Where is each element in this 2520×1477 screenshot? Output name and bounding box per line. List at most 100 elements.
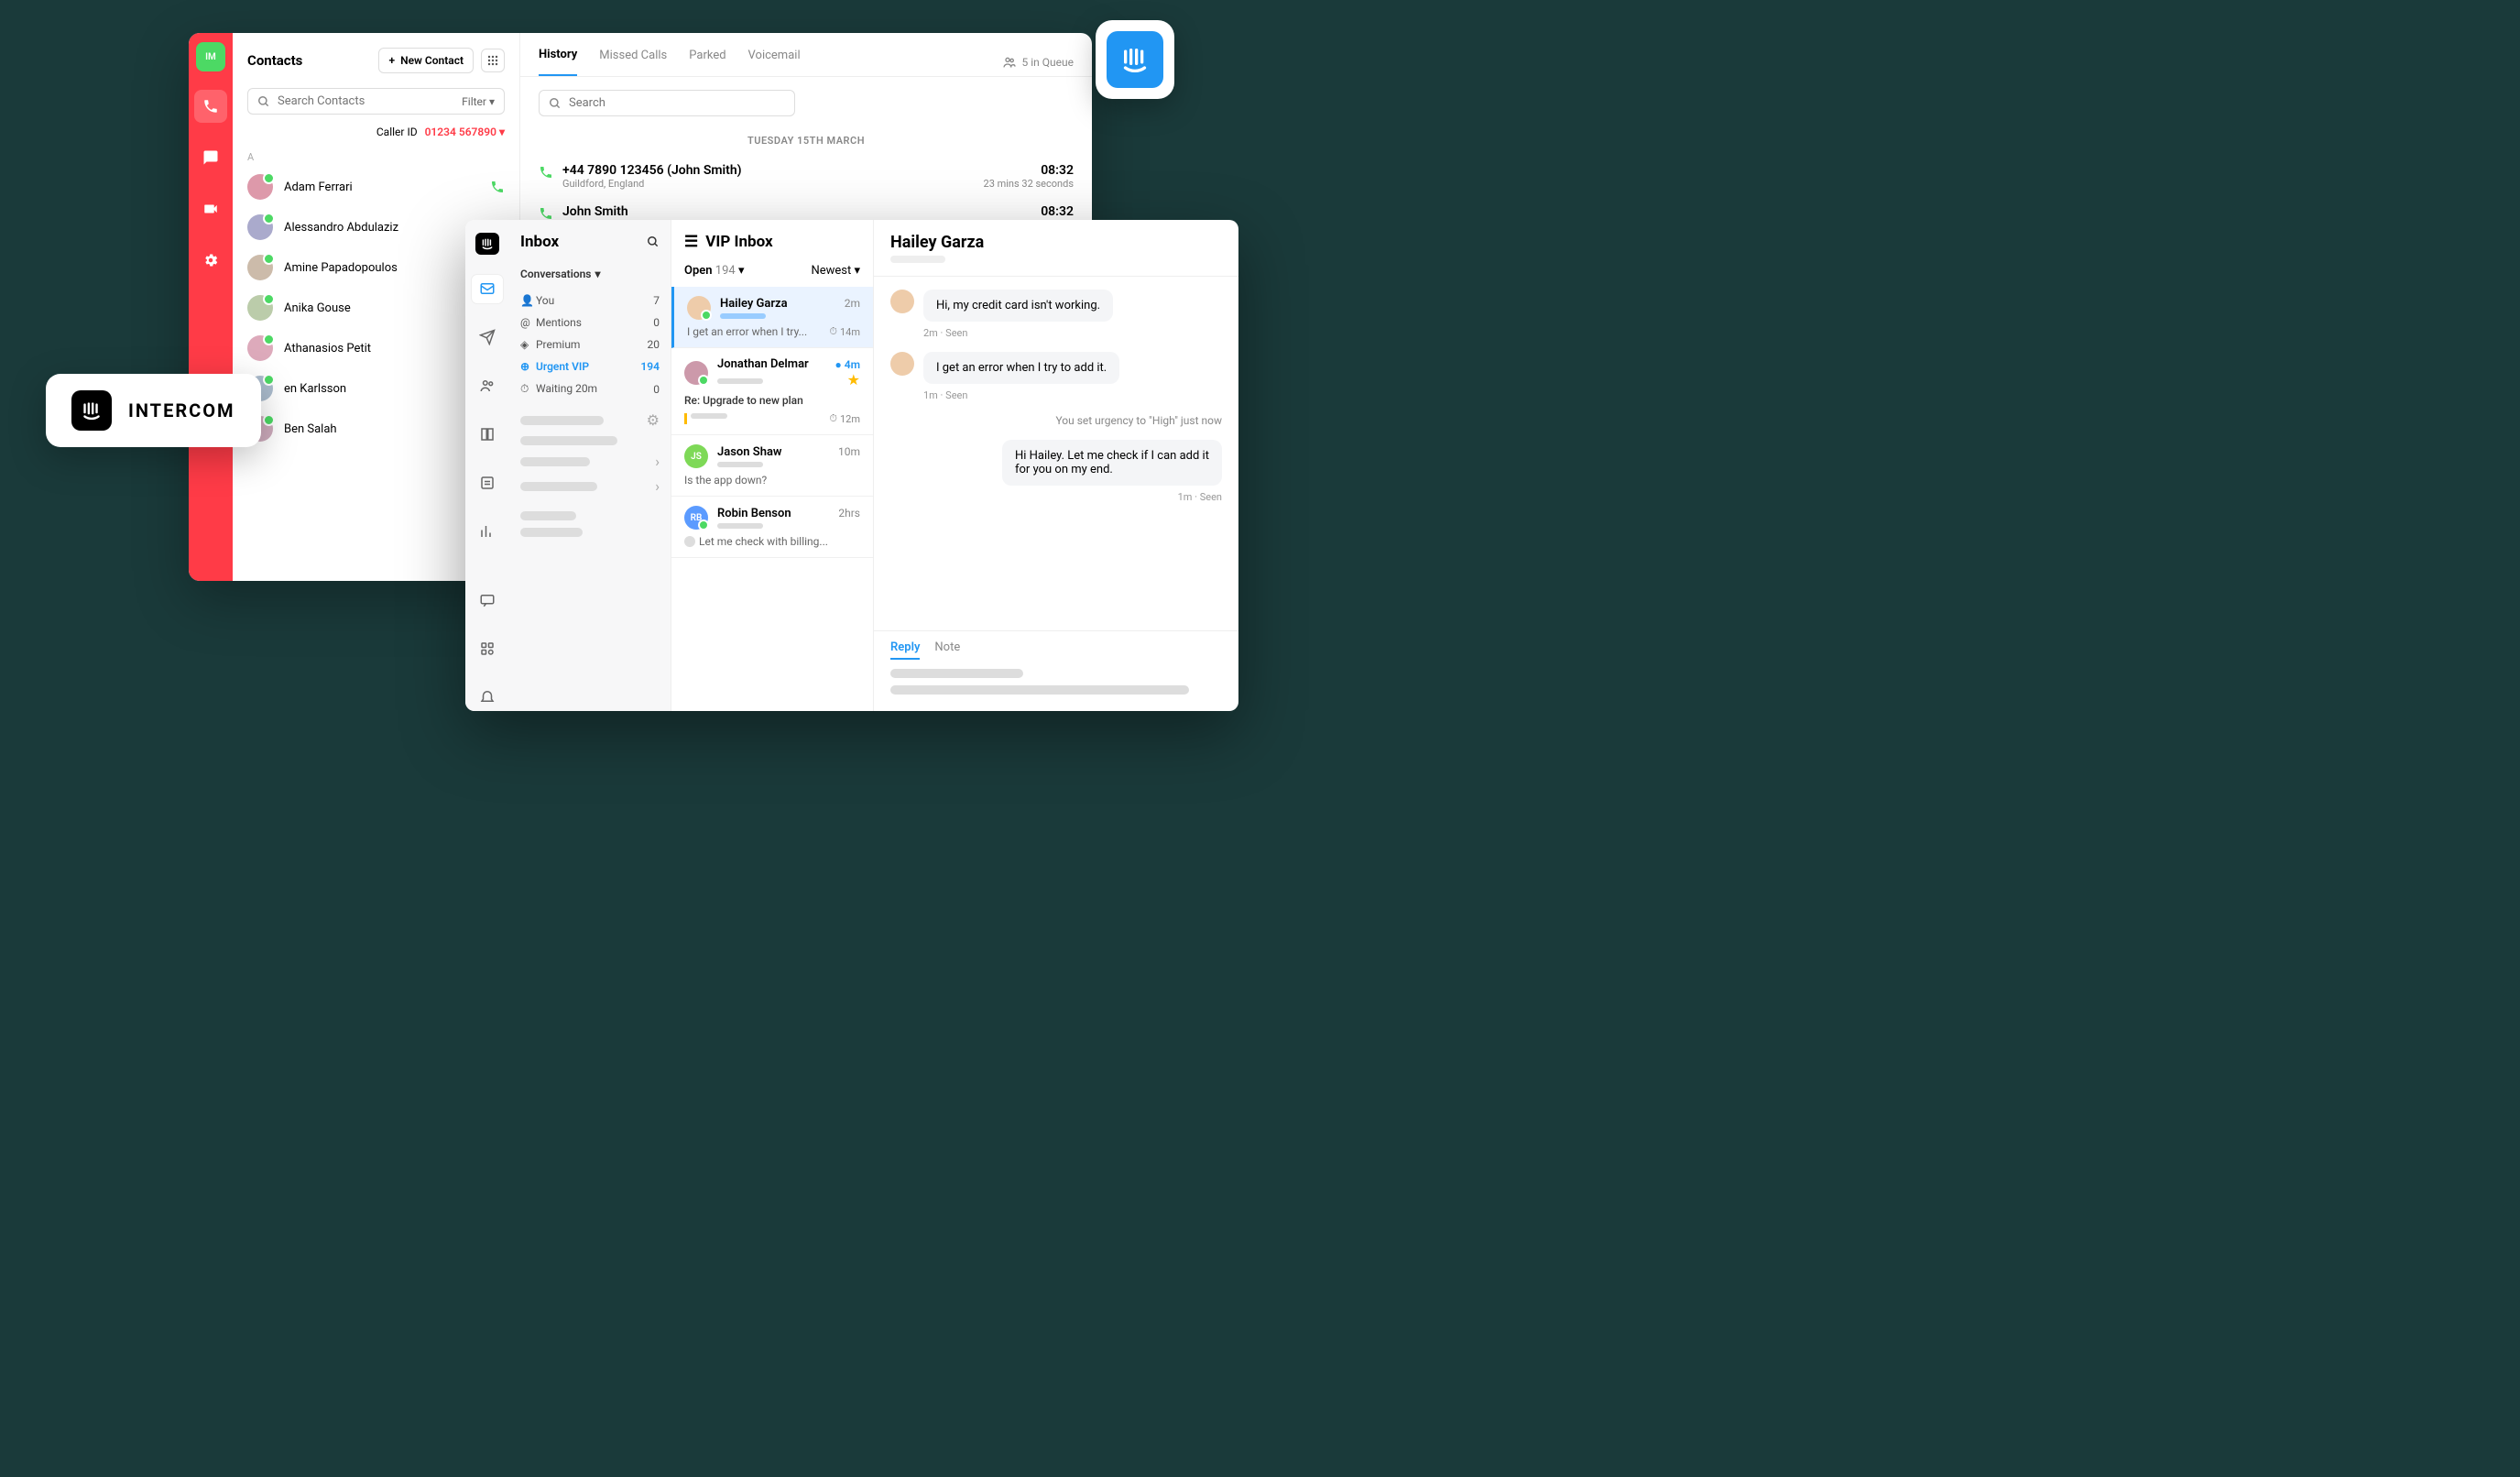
tab-missed[interactable]: Missed Calls (599, 49, 667, 75)
avatar (687, 296, 711, 320)
message-icon[interactable] (472, 585, 503, 614)
clock-icon: ⏱ (520, 382, 533, 396)
message-meta: 1m · Seen (890, 491, 1222, 503)
inbox-rail (465, 220, 509, 711)
article-icon[interactable] (472, 468, 503, 497)
filter-dropdown[interactable]: Filter ▾ (462, 95, 495, 108)
thread-panel: Hailey Garza Hi, my credit card isn't wo… (874, 220, 1238, 711)
intercom-inbox-window: Inbox Conversations ▾ 👤 You7 @ Mentions0… (465, 220, 1238, 711)
inbox-title: Inbox (520, 233, 660, 251)
message-row: Hi Hailey. Let me check if I can add it … (890, 440, 1222, 486)
phone-icon[interactable] (194, 90, 227, 123)
avatar: JS (684, 444, 708, 468)
chat-icon[interactable] (194, 141, 227, 174)
reply-composer[interactable]: Reply Note (874, 630, 1238, 711)
message-bubble: Hi Hailey. Let me check if I can add it … (1002, 440, 1222, 486)
chevron-down-icon: ▾ (499, 126, 505, 138)
tab-parked[interactable]: Parked (689, 49, 725, 75)
conversation-card[interactable]: RB Robin Benson2hrs Let me check with bi… (671, 497, 873, 558)
video-icon[interactable] (194, 192, 227, 225)
caller-id-row[interactable]: Caller ID 01234 567890 ▾ (233, 122, 519, 148)
app-sidebar: IM (189, 33, 233, 581)
conversations-dropdown[interactable]: Conversations ▾ (520, 268, 660, 280)
call-icon[interactable] (490, 180, 505, 194)
conversation-card[interactable]: Jonathan Delmar● 4m ★ Re: Upgrade to new… (671, 348, 873, 435)
open-status-dropdown[interactable]: Open 194 ▾ (684, 264, 744, 278)
gear-icon[interactable] (194, 244, 227, 277)
call-row[interactable]: +44 7890 123456 (John Smith)Guildford, E… (520, 156, 1092, 197)
apps-icon[interactable] (472, 634, 503, 662)
book-icon[interactable] (472, 420, 503, 448)
chevron-down-icon: ▾ (854, 264, 860, 278)
conversation-card[interactable]: JS Jason Shaw10m Is the app down? (671, 435, 873, 497)
gear-icon[interactable]: ⚙ (647, 411, 660, 429)
menu-icon[interactable]: ☰ (684, 233, 698, 251)
conversation-card[interactable]: Hailey Garza2m I get an error when I try… (671, 287, 873, 348)
chevron-down-icon: ▾ (489, 95, 495, 108)
inbox-icon[interactable] (472, 275, 503, 303)
avatar-icon (684, 536, 695, 547)
avatar (684, 361, 708, 385)
search-icon (257, 95, 270, 108)
tab-voicemail[interactable]: Voicemail (748, 49, 801, 75)
message-bubble: Hi, my credit card isn't working. (923, 290, 1113, 322)
sort-dropdown[interactable]: Newest ▾ (811, 264, 860, 278)
search-input[interactable] (278, 94, 454, 108)
intercom-logo-icon (71, 390, 112, 431)
avatar (890, 352, 914, 376)
history-search[interactable] (539, 90, 795, 116)
conv-filter-premium[interactable]: ◈ Premium20 (520, 334, 660, 356)
system-message: You set urgency to "High" just now (890, 414, 1222, 427)
contacts-header: Contacts + New Contact (233, 33, 519, 88)
avatar (247, 214, 273, 240)
intercom-app-badge (1096, 20, 1174, 99)
incoming-call-icon (539, 165, 553, 180)
avatar (247, 335, 273, 361)
timer-icon: ⏱ 12m (829, 412, 860, 425)
note-tab[interactable]: Note (934, 640, 960, 660)
new-contact-button[interactable]: + New Contact (378, 48, 474, 73)
send-icon[interactable] (472, 323, 503, 352)
conv-filter-mentions[interactable]: @ Mentions0 (520, 312, 660, 334)
tab-history[interactable]: History (539, 48, 577, 76)
avatar (247, 174, 273, 200)
plus-icon: + (388, 54, 395, 67)
chart-icon[interactable] (472, 517, 503, 545)
date-header: TUESDAY 15TH MARCH (520, 135, 1092, 147)
message-meta: 2m · Seen (923, 327, 1222, 339)
conv-filter-you[interactable]: 👤 You7 (520, 290, 660, 312)
history-search-input[interactable] (569, 96, 785, 110)
people-icon[interactable] (472, 372, 503, 400)
chevron-right-icon: › (655, 477, 660, 495)
intercom-label: INTERCOM (128, 399, 235, 421)
chevron-down-icon: ▾ (738, 264, 745, 278)
intercom-logo-icon[interactable] (475, 233, 499, 255)
timer-icon: ⏱ 14m (829, 325, 860, 338)
bell-icon[interactable] (472, 683, 503, 711)
chevron-right-icon: › (655, 453, 660, 470)
contacts-search[interactable]: Filter ▾ (247, 88, 505, 115)
conv-filter-urgent[interactable]: ⊕ Urgent VIP194 (520, 356, 660, 377)
conv-filter-bar: Open 194 ▾ Newest ▾ (671, 264, 873, 287)
avatar (890, 290, 914, 313)
avatar: RB (684, 506, 708, 530)
vip-inbox-header: ☰ VIP Inbox (671, 220, 873, 264)
search-icon[interactable] (647, 235, 660, 248)
queue-indicator[interactable]: 5 in Queue (1002, 55, 1074, 70)
message-row: Hi, my credit card isn't working. (890, 290, 1222, 322)
avatar (247, 295, 273, 321)
gem-icon: ◈ (520, 338, 533, 351)
section-letter: A (233, 148, 519, 167)
thread-body: Hi, my credit card isn't working. 2m · S… (874, 277, 1238, 630)
reply-tab[interactable]: Reply (890, 640, 920, 660)
contact-row[interactable]: Adam Ferrari (233, 167, 519, 207)
conversation-list: ☰ VIP Inbox Open 194 ▾ Newest ▾ Hailey G… (671, 220, 874, 711)
avatar (247, 255, 273, 280)
message-row: I get an error when I try to add it. (890, 352, 1222, 384)
user-badge[interactable]: IM (196, 42, 225, 71)
chevron-down-icon: ▾ (595, 268, 600, 280)
conv-filter-waiting[interactable]: ⏱ Waiting 20m0 (520, 377, 660, 400)
avatar-icon: 👤 (520, 294, 533, 307)
dialpad-icon[interactable] (481, 49, 505, 72)
thread-header: Hailey Garza (874, 220, 1238, 277)
